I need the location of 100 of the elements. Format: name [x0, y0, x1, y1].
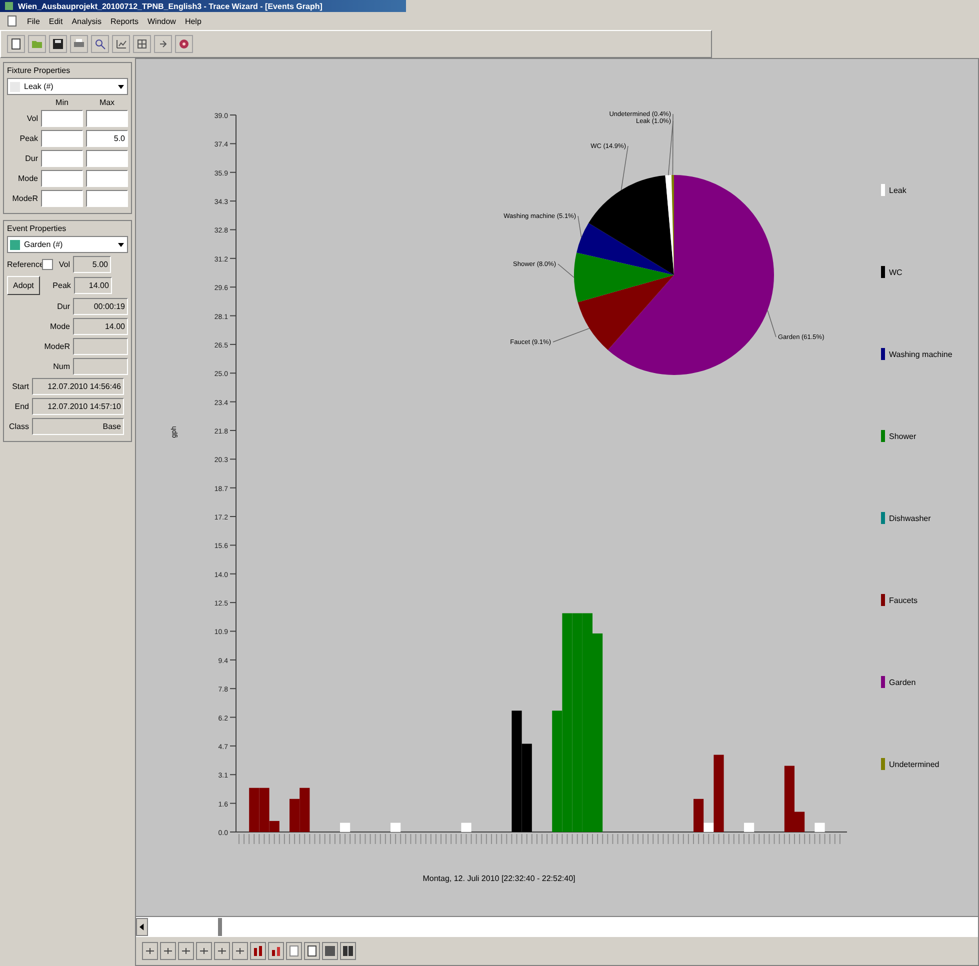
min-field[interactable] [41, 190, 83, 207]
bar [390, 822, 401, 832]
page-icon [288, 945, 300, 957]
field-label: Dur [24, 154, 38, 163]
event-button[interactable] [154, 35, 172, 53]
min-field[interactable] [41, 110, 83, 127]
field-label: End [14, 402, 29, 411]
value-field[interactable]: 14.00 [74, 277, 112, 294]
legend-label: Leak [889, 186, 906, 194]
fixture-dropdown[interactable]: Garden (#) [7, 236, 128, 253]
print-button[interactable] [70, 35, 88, 53]
save-button[interactable] [49, 35, 67, 53]
max-field[interactable] [86, 150, 128, 167]
flower-icon [178, 38, 190, 50]
legend-label: Undetermined [889, 760, 940, 768]
max-field[interactable] [86, 110, 128, 127]
legend-label: Dishwasher [889, 514, 931, 522]
menu-item[interactable]: File [27, 16, 40, 26]
window-title: Wien_Ausbauprojekt_20100712_TPNB_English3 - Trace Wizard - [Events Graph] [18, 2, 322, 10]
value-field[interactable]: 12.07.2010 14:57:10 [32, 398, 124, 415]
reference-checkbox[interactable] [42, 259, 53, 270]
min-field[interactable] [41, 170, 83, 187]
fixture-button[interactable] [250, 942, 266, 960]
zoom-button[interactable] [142, 942, 158, 960]
grid-icon [342, 945, 354, 957]
field-label: Num [52, 362, 70, 371]
help-button[interactable] [175, 35, 193, 53]
bar [744, 822, 754, 832]
menu-item[interactable]: Edit [48, 16, 63, 26]
magnifier-icon [94, 38, 106, 50]
adopt-button[interactable]: Adopt [7, 276, 40, 295]
legend-label: Shower [889, 432, 916, 440]
layout-button[interactable] [340, 942, 356, 960]
field-label: ModeR [11, 194, 38, 203]
menu-item[interactable]: Help [184, 16, 202, 26]
menu-item[interactable]: Reports [110, 16, 138, 26]
grid-icon [136, 38, 148, 50]
field-label: Peak [52, 281, 71, 290]
new-button[interactable] [7, 35, 25, 53]
field-label: Mode [48, 322, 70, 331]
chart-button[interactable] [112, 35, 130, 53]
zoom-icon [162, 945, 174, 957]
value-field[interactable]: 5.00 [73, 256, 111, 273]
value-field[interactable] [73, 358, 128, 375]
zoom-button[interactable] [178, 942, 194, 960]
value-field[interactable]: 00:00:19 [73, 298, 128, 315]
zoom-button[interactable] [196, 942, 212, 960]
legend-label: Faucets [889, 596, 918, 604]
menu-item[interactable]: Analysis [72, 16, 102, 26]
max-field[interactable]: 5.0 [86, 130, 128, 147]
bar-icon [252, 945, 264, 957]
leader-line [558, 264, 574, 278]
min-field[interactable] [41, 150, 83, 167]
bar [461, 822, 472, 832]
field-label: ModeR [43, 342, 70, 351]
value-field[interactable]: 12.07.2010 14:56:46 [32, 378, 124, 395]
zoom-button[interactable] [214, 942, 230, 960]
scroll-thumb[interactable] [218, 918, 222, 936]
field-label: Dur [56, 302, 70, 311]
field-label: Vol [58, 260, 70, 269]
layout-button[interactable] [322, 942, 338, 960]
zoom-icon [234, 945, 246, 957]
bar [290, 798, 300, 832]
value-field[interactable] [73, 338, 128, 355]
max-field[interactable] [86, 190, 128, 207]
zoom-button[interactable] [232, 942, 248, 960]
bar [249, 788, 260, 832]
max-field[interactable] [86, 170, 128, 187]
leader-line [767, 310, 776, 338]
value-field[interactable]: 14.00 [73, 318, 128, 335]
grid-icon [324, 945, 336, 957]
zoom-icon [144, 945, 156, 957]
leader-line [552, 328, 590, 342]
zoom-icon [216, 945, 228, 957]
printer-icon [73, 38, 85, 50]
horizontal-scrollbar[interactable] [136, 916, 978, 937]
bar [340, 822, 350, 832]
chart-icon [115, 38, 127, 50]
leader-line [578, 216, 582, 238]
x-axis-label: Montag, 12. Juli 2010 [22:32:40 - 22:52:40] [422, 874, 576, 883]
view-button[interactable] [304, 942, 320, 960]
zoom-button[interactable] [160, 942, 176, 960]
legend-label: Garden [889, 678, 916, 686]
scroll-left-button[interactable] [136, 918, 148, 936]
app-icon [3, 0, 15, 12]
min-field[interactable] [41, 130, 83, 147]
column-header: Min [54, 98, 70, 107]
preview-button[interactable] [91, 35, 109, 53]
menu-item[interactable]: Window [148, 16, 176, 26]
column-header: Max [98, 98, 116, 107]
field-label: Mode [16, 174, 38, 183]
arrow-icon [157, 38, 169, 50]
field-label: Peak [18, 134, 38, 143]
value-field[interactable]: Base [32, 418, 124, 435]
fixture-button[interactable] [268, 942, 284, 960]
legend-label: WC [889, 268, 902, 276]
folder-icon [31, 38, 43, 50]
bar [814, 822, 825, 832]
fixture-dropdown[interactable]: Leak (#) [7, 78, 128, 95]
graph-button[interactable] [133, 35, 151, 53]
